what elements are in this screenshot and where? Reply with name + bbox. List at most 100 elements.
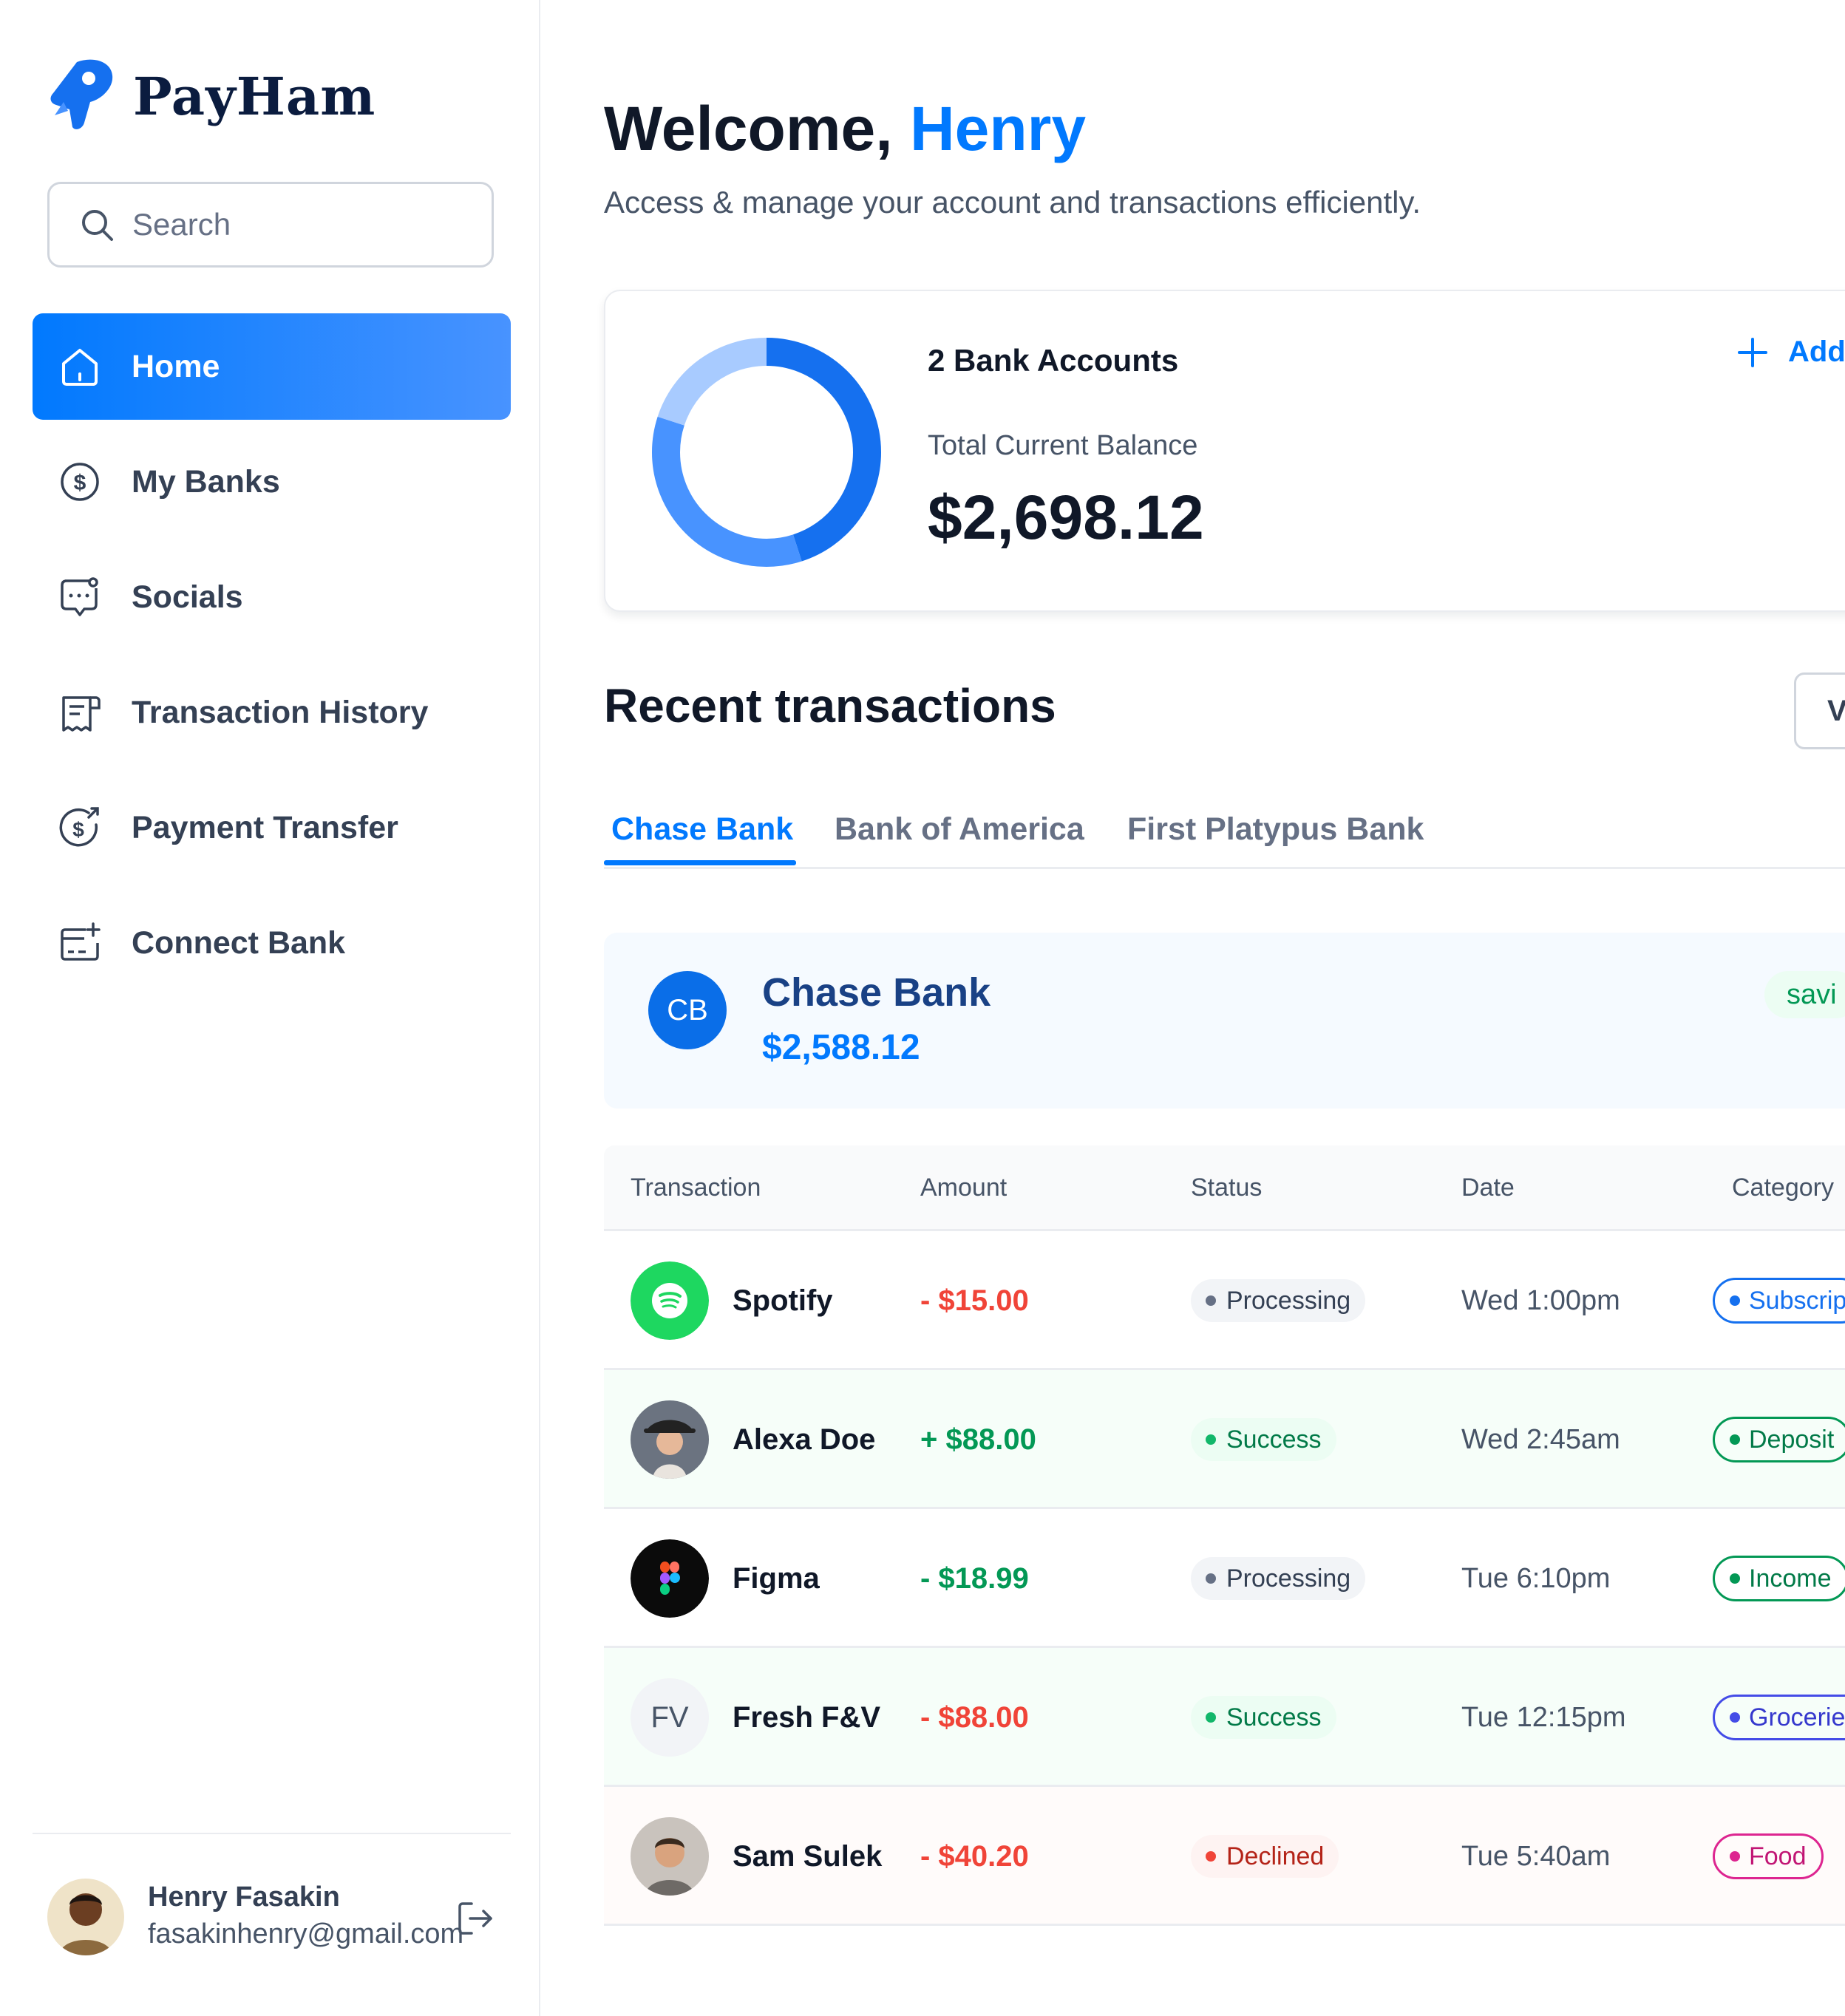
plus-icon [1738,337,1767,367]
sidebar-item-home[interactable]: Home [33,313,511,420]
transaction-name: Sam Sulek [733,1839,883,1873]
category-dot [1730,1295,1740,1306]
column-header-category: Category [1732,1174,1834,1202]
user-name: Henry Fasakin [148,1882,340,1913]
money-send-icon: $ [56,804,103,851]
column-header-status: Status [1191,1174,1263,1202]
tab-bank-of-america[interactable]: Bank of America [835,811,1084,848]
spotify-logo-icon [631,1261,709,1340]
bank-info-card[interactable]: CB Chase Bank $2,588.12 savi [604,933,1845,1109]
user-footer: Henry Fasakin fasakinhenry@gmail.com [33,1833,511,2016]
table-row[interactable]: FV Fresh F&V - $88.00 Success Tue 12:15p… [604,1648,1845,1787]
app-logo[interactable]: PayHam [47,58,376,134]
category-badge: Food [1713,1833,1824,1879]
transaction-date: Tue 5:40am [1461,1840,1611,1872]
category-badge: Subscrip [1713,1278,1845,1324]
tab-first-platypus-bank[interactable]: First Platypus Bank [1127,811,1424,848]
sidebar-nav: Home $ My Banks Socials Transaction Hist… [33,313,511,1005]
page-title: Welcome, Henry [604,93,1086,165]
transaction-amount: - $40.20 [920,1839,1029,1873]
category-dot [1730,1573,1740,1584]
status-label: Processing [1226,1286,1351,1315]
transaction-amount: - $88.00 [920,1700,1029,1734]
status-label: Success [1226,1703,1322,1731]
sidebar-item-connect-bank[interactable]: Connect Bank [33,890,511,996]
add-bank-button[interactable]: Add [1736,336,1845,369]
sidebar-item-label: Connect Bank [132,924,346,961]
search-box[interactable] [47,182,494,268]
sidebar-item-payment-transfer[interactable]: $ Payment Transfer [33,774,511,881]
card-add-icon [56,919,103,967]
transaction-amount: - $18.99 [920,1562,1029,1595]
category-label: Income [1749,1564,1832,1593]
status-label: Success [1226,1425,1322,1454]
transaction-date: Wed 2:45am [1461,1423,1620,1455]
sidebar-item-label: Home [132,348,220,384]
main-content: Welcome, Henry Access & manage your acco… [542,0,1845,2016]
alexa-avatar-icon [631,1400,709,1479]
category-label: Subscrip [1749,1286,1845,1315]
table-row[interactable]: Figma - $18.99 Processing Tue 6:10pm Inc… [604,1509,1845,1648]
status-badge: Processing [1191,1557,1366,1600]
table-row[interactable]: Alexa Doe + $88.00 Success Wed 2:45am De… [604,1370,1845,1509]
status-dot [1206,1712,1216,1723]
table-row[interactable]: Sam Sulek - $40.20 Declined Tue 5:40am F… [604,1787,1845,1926]
bank-initials-avatar: CB [648,971,727,1049]
category-label: Deposit [1749,1425,1835,1454]
category-dot [1730,1851,1740,1862]
bank-accounts-count: 2 Bank Accounts [928,343,1179,378]
user-first-name: Henry [909,94,1087,163]
status-label: Processing [1226,1564,1351,1593]
transaction-name: Fresh F&V [733,1700,881,1734]
sidebar-item-socials[interactable]: Socials [33,544,511,650]
table-row[interactable]: Spotify - $15.00 Processing Wed 1:00pm S… [604,1231,1845,1370]
transactions-table: Transaction Amount Status Date Category … [604,1145,1845,1926]
category-label: Food [1749,1842,1807,1870]
transaction-name: Spotify [733,1284,833,1317]
sidebar: PayHam Home $ My Banks Socials [0,0,540,2016]
home-icon [56,343,103,390]
column-header-transaction: Transaction [631,1174,761,1202]
search-icon [82,210,113,241]
category-badge: Groceries [1713,1695,1845,1740]
category-badge: Deposit [1713,1417,1845,1462]
bank-name: Chase Bank [762,970,991,1015]
sidebar-item-transaction-history[interactable]: Transaction History [33,659,511,766]
sidebar-item-my-banks[interactable]: $ My Banks [33,429,511,535]
sam-avatar-icon [631,1817,709,1896]
total-balance-value: $2,698.12 [928,483,1204,552]
transaction-amount: + $88.00 [920,1423,1036,1456]
bank-tabs: Chase Bank Bank of America First Platypu… [604,800,1845,869]
table-header: Transaction Amount Status Date Category [604,1145,1845,1231]
sidebar-item-label: Transaction History [132,694,429,730]
transaction-date: Tue 12:15pm [1461,1701,1626,1733]
chat-icon [56,573,103,621]
user-email: fasakinhenry@gmail.com [148,1918,464,1949]
sidebar-item-label: Payment Transfer [132,809,398,845]
sidebar-item-label: Socials [132,579,243,615]
user-avatar[interactable] [47,1879,124,1955]
status-badge: Success [1191,1696,1336,1739]
active-tab-indicator [604,860,796,865]
category-badge: Income [1713,1556,1845,1601]
status-dot [1206,1434,1216,1445]
sidebar-item-label: My Banks [132,463,280,500]
tab-chase-bank[interactable]: Chase Bank [611,811,793,848]
add-bank-label: Add [1788,336,1845,368]
category-label: Groceries [1749,1703,1845,1731]
transaction-name: Figma [733,1562,820,1595]
balance-donut-chart [652,338,881,567]
rocket-logo-icon [50,59,113,129]
transaction-date: Wed 1:00pm [1461,1284,1620,1316]
category-dot [1730,1434,1740,1445]
receipt-icon [56,689,103,736]
recent-transactions-title: Recent transactions [604,679,1056,732]
column-header-amount: Amount [920,1174,1008,1202]
account-type-badge: savi [1764,971,1845,1018]
view-all-button[interactable]: V [1794,672,1845,749]
logout-icon[interactable] [455,1898,497,1939]
search-input[interactable] [132,207,472,242]
status-dot [1206,1295,1216,1306]
app-name: PayHam [133,65,376,127]
status-dot [1206,1851,1216,1862]
